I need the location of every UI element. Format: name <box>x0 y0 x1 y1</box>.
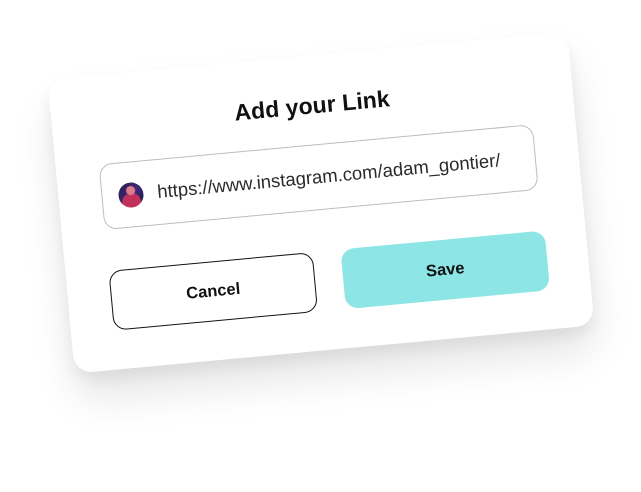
cancel-button[interactable]: Cancel <box>108 251 319 331</box>
save-button[interactable]: Save <box>340 230 551 310</box>
link-input-field[interactable]: https://www.instagram.com/adam_gontier/ <box>98 124 539 231</box>
add-link-dialog: Add your Link https://www.instagram.com/… <box>47 31 595 374</box>
link-input-value[interactable]: https://www.instagram.com/adam_gontier/ <box>156 149 501 203</box>
save-button-label: Save <box>425 258 466 281</box>
screen: Add your Link https://www.instagram.com/… <box>0 0 641 492</box>
cancel-button-label: Cancel <box>185 279 241 303</box>
profile-avatar-icon <box>117 180 145 209</box>
